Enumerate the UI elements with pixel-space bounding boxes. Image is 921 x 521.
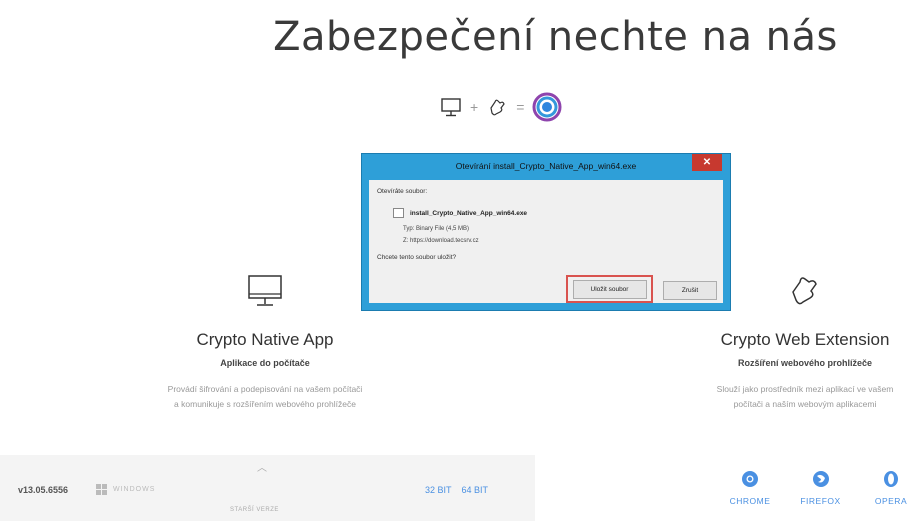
dialog-titlebar[interactable]: Otevírání install_Crypto_Native_App_win6… <box>362 154 730 180</box>
os-info: WINDOWS <box>96 484 155 495</box>
cancel-button[interactable]: Zrušit <box>663 281 717 300</box>
dialog-title: Otevírání install_Crypto_Native_App_win6… <box>455 161 637 171</box>
dialog-prompt: Otevírá̇te soubor: <box>377 188 428 195</box>
older-versions-link[interactable]: STARŠÍ VERZE <box>230 507 279 513</box>
web-extension-title: Crypto Web Extension <box>720 330 890 349</box>
dialog-filename: install_Crypto_Native_App_win64.exe <box>410 209 528 217</box>
file-icon <box>393 208 404 218</box>
save-button-highlight: Uložit soubor <box>566 275 653 303</box>
firefox-icon <box>791 470 851 488</box>
version-number: v13.05.6556 <box>18 485 69 495</box>
web-extension-subtitle: Rozšíření webového prohlížeče <box>737 358 873 368</box>
dialog-body: Otevírá̇te soubor: install_Crypto_Native… <box>369 180 723 303</box>
equation-row: + = <box>440 92 562 122</box>
opera-icon <box>861 470 921 488</box>
browser-opera[interactable]: OPERA <box>861 470 921 506</box>
dialog-file-type: Typ: Binary File (4,5 MB) <box>403 226 470 232</box>
download-64bit-link[interactable]: 64 BIT <box>462 485 489 495</box>
browser-opera-label: OPERA <box>874 496 908 506</box>
os-label: WINDOWS <box>113 486 156 493</box>
download-32bit-link[interactable]: 32 BIT <box>425 485 452 495</box>
browser-list: CHROME FIREFOX OPERA <box>720 470 921 506</box>
browser-chrome-label: CHROME <box>729 496 771 506</box>
close-button[interactable]: ✕ <box>692 154 722 171</box>
save-file-button[interactable]: Uložit soubor <box>572 279 647 299</box>
native-app-subtitle: Aplikace do počítače <box>220 358 310 368</box>
bit-links: 32 BIT 64 BIT <box>425 485 488 495</box>
native-app-description: Provádí šifrování a podepisování na vaše… <box>167 384 363 409</box>
browser-chrome[interactable]: CHROME <box>720 470 780 506</box>
equals-sign: = <box>516 99 525 115</box>
native-app-title: Crypto Native App <box>196 330 334 349</box>
chevron-up-icon[interactable]: ︿ <box>257 459 267 474</box>
windows-icon <box>96 484 107 495</box>
web-extension-description: Slouží jako prostředník mezi aplikací ve… <box>716 384 894 409</box>
plus-sign: + <box>470 99 479 115</box>
native-app-section: Crypto Native App Aplikace do počítače P… <box>150 262 380 412</box>
dialog-question: Chcete tento soubor uložit? <box>377 254 457 261</box>
desktop-icon <box>150 262 380 310</box>
dialog-file-source: Z: https://download.tecsrv.cz <box>403 238 479 244</box>
browser-firefox[interactable]: FIREFOX <box>791 470 851 506</box>
brand-logo-icon <box>532 92 562 122</box>
puzzle-icon <box>486 96 508 118</box>
page-title: Zabezpečení nechte na nás <box>273 14 838 60</box>
download-dialog: Otevírání install_Crypto_Native_App_win6… <box>361 153 731 311</box>
download-strip: ︿ v13.05.6556 WINDOWS 32 BIT 64 BIT STAR… <box>0 455 535 521</box>
computer-icon <box>440 96 462 118</box>
browser-firefox-label: FIREFOX <box>800 496 841 506</box>
dialog-file-row: install_Crypto_Native_App_win64.exe <box>393 208 527 218</box>
chrome-icon <box>720 470 780 488</box>
